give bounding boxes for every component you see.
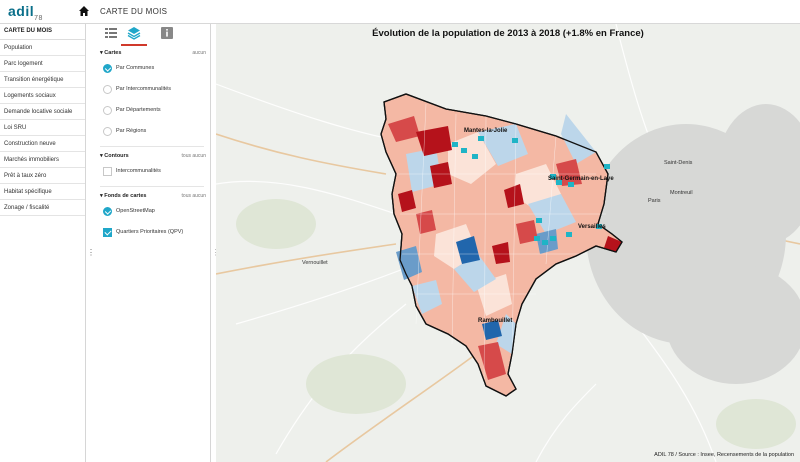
qpv-marker xyxy=(566,232,572,237)
place-label: Montreuil xyxy=(670,190,693,196)
option-label: Quartiers Prioritaires (QPV) xyxy=(116,229,184,235)
qpv-marker xyxy=(461,148,467,153)
checkbox-checked[interactable] xyxy=(103,228,112,237)
qpv-marker xyxy=(452,142,458,147)
place-label: Saint-Denis xyxy=(664,160,693,166)
radio-unchecked[interactable] xyxy=(103,85,112,94)
option-intercommunalites[interactable]: Intercommunalités xyxy=(94,161,210,182)
option-qpv[interactable]: Quartiers Prioritaires (QPV) xyxy=(94,222,210,243)
contours-section-title[interactable]: ▾ Contours tous aucun xyxy=(94,151,210,161)
map-canvas[interactable] xyxy=(216,24,800,462)
map-title: Évolution de la population de 2013 à 201… xyxy=(372,28,644,39)
sidebar-item-marches-immobiliers[interactable]: Marchés immobiliers xyxy=(0,152,85,168)
option-label: Par Départements xyxy=(116,107,161,113)
checkbox-unchecked[interactable] xyxy=(103,167,112,176)
option-label: Par Communes xyxy=(116,65,155,71)
divider xyxy=(100,146,204,147)
sidebar-item-habitat-specifique[interactable]: Habitat spécifique xyxy=(0,184,85,200)
department-yvelines xyxy=(380,93,623,397)
option-label: Par Régions xyxy=(116,128,147,134)
place-label: Mantes-la-Jolie xyxy=(464,128,508,134)
radio-checked[interactable] xyxy=(103,207,112,216)
option-par-communes[interactable]: Par Communes xyxy=(94,58,210,79)
place-label: Saint-Germain-en-Laye xyxy=(548,176,614,182)
home-icon[interactable] xyxy=(78,5,90,17)
map-source: ADIL 78 / Source : Insee, Recensements d… xyxy=(654,452,794,458)
sidebar-item-demande-locative[interactable]: Demande locative sociale xyxy=(0,104,85,120)
place-label: Versailles xyxy=(578,224,606,230)
fonds-all-link[interactable]: tous xyxy=(182,193,191,199)
sidebar-item-loi-sru[interactable]: Loi SRU xyxy=(0,120,85,136)
qpv-marker xyxy=(478,136,484,141)
page-title: CARTE DU MOIS xyxy=(100,7,168,16)
option-label: Intercommunalités xyxy=(116,168,161,174)
list-icon[interactable] xyxy=(104,26,118,40)
contours-none-link[interactable]: aucun xyxy=(192,153,206,159)
qpv-marker xyxy=(550,236,556,241)
panel-tabs xyxy=(94,24,210,48)
option-openstreetmap[interactable]: OpenStreetMap xyxy=(94,201,210,222)
logo-suffix: 78 xyxy=(34,14,43,22)
radio-checked[interactable] xyxy=(103,64,112,73)
place-label: Paris xyxy=(648,198,661,204)
layers-icon[interactable] xyxy=(127,26,141,40)
option-label: Par Intercommunalités xyxy=(116,86,172,92)
qpv-marker xyxy=(542,240,548,245)
info-icon[interactable] xyxy=(160,26,174,40)
place-label: Rambouillet xyxy=(478,318,513,324)
qpv-marker xyxy=(534,236,540,241)
logo[interactable]: adil78 xyxy=(8,3,43,22)
qpv-marker xyxy=(536,218,542,223)
option-par-departements[interactable]: Par Départements xyxy=(94,100,210,121)
sidebar-item-logements-sociaux[interactable]: Logements sociaux xyxy=(0,88,85,104)
option-par-regions[interactable]: Par Régions xyxy=(94,121,210,142)
sidebar-item-population[interactable]: Population xyxy=(0,40,85,56)
fonds-section-title[interactable]: ▾ Fonds de cartes tous aucun xyxy=(94,191,210,201)
qpv-marker xyxy=(568,182,574,187)
layer-panel: ▾ Cartes aucun Par Communes Par Intercom… xyxy=(94,24,211,462)
sidebar-item-transition-energetique[interactable]: Transition énergétique xyxy=(0,72,85,88)
radio-unchecked[interactable] xyxy=(103,127,112,136)
qpv-marker xyxy=(604,164,610,169)
cartes-section-title[interactable]: ▾ Cartes aucun xyxy=(94,48,210,58)
map-view[interactable]: Évolution de la population de 2013 à 201… xyxy=(216,24,800,462)
option-par-intercommunalites[interactable]: Par Intercommunalités xyxy=(94,79,210,100)
sidebar-item-construction-neuve[interactable]: Construction neuve xyxy=(0,136,85,152)
qpv-marker xyxy=(472,154,478,159)
sidebar-heading[interactable]: CARTE DU MOIS xyxy=(0,24,85,40)
sidebar-item-pret-taux-zero[interactable]: Prêt à taux zéro xyxy=(0,168,85,184)
sidebar-item-zonage-fiscalite[interactable]: Zonage / fiscalité xyxy=(0,200,85,216)
divider xyxy=(100,186,204,187)
sidebar-item-parc-logement[interactable]: Parc logement xyxy=(0,56,85,72)
sidebar: CARTE DU MOIS Population Parc logement T… xyxy=(0,24,86,462)
contours-all-link[interactable]: tous xyxy=(182,153,191,159)
active-tab-indicator xyxy=(121,44,147,46)
option-label: OpenStreetMap xyxy=(116,208,155,214)
cartes-none-link[interactable]: aucun xyxy=(192,48,206,58)
qpv-marker xyxy=(512,138,518,143)
top-bar: adil78 CARTE DU MOIS xyxy=(0,0,800,24)
place-label: Vernouillet xyxy=(302,260,328,266)
sidebar-resize-handle[interactable]: ⋮ xyxy=(87,248,95,262)
fonds-none-link[interactable]: aucun xyxy=(192,193,206,199)
logo-text: adil xyxy=(8,3,35,19)
radio-unchecked[interactable] xyxy=(103,106,112,115)
